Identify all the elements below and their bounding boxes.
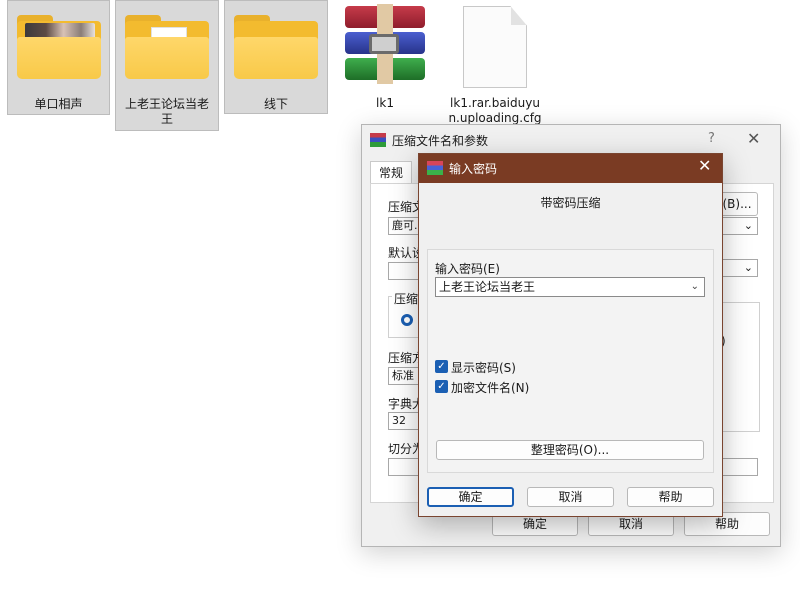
show-password-checkbox[interactable]: ✓ <box>435 360 448 373</box>
desktop-icon-label: 线下 <box>263 97 288 111</box>
winrar-icon <box>427 161 443 175</box>
chevron-down-icon[interactable]: ⌄ <box>691 278 699 296</box>
winrar-icon <box>370 133 386 147</box>
desktop-icon-label: lk1.rar.baiduyun.uploading.cfg <box>448 96 542 124</box>
ok-button[interactable]: 确定 <box>427 487 514 507</box>
desktop-icon-label: 单口相声 <box>34 97 83 111</box>
winrar-archive-icon <box>339 4 431 84</box>
chevron-down-icon: ⌄ <box>743 261 753 274</box>
password-value: 上老王论坛当老王 <box>439 280 536 294</box>
format-rar-radio[interactable] <box>401 314 413 326</box>
desktop-folder-danshou[interactable]: 单口相声 <box>7 0 110 115</box>
folder-icon <box>16 11 101 81</box>
close-icon[interactable]: ✕ <box>698 156 711 175</box>
desktop-archive-lk1[interactable]: lk1 <box>333 0 437 114</box>
password-dialog-heading: 带密码压缩 <box>540 196 601 210</box>
password-input[interactable]: 上老王论坛当老王 ⌄ <box>435 277 705 297</box>
cancel-button[interactable]: 取消 <box>527 487 614 507</box>
archive-format-label: 压缩 <box>392 290 421 307</box>
organize-passwords-button[interactable]: 整理密码(O)... <box>436 440 704 460</box>
tab-general[interactable]: 常规 <box>370 161 412 184</box>
password-label: 输入密码(E) <box>435 262 500 276</box>
folder-icon <box>234 11 318 81</box>
chevron-down-icon: ⌄ <box>743 219 753 232</box>
file-icon <box>463 6 527 88</box>
encrypt-filenames-checkbox[interactable]: ✓ <box>435 380 448 393</box>
password-dialog-title: 输入密码 <box>449 162 498 176</box>
show-password-label: 显示密码(S) <box>451 361 516 375</box>
desktop-icon-label: 上老王论坛当老王 <box>124 97 209 126</box>
archive-dialog-title: 压缩文件名和参数 <box>392 134 489 148</box>
desktop-icon-label: lk1 <box>376 96 394 110</box>
desktop-folder-laowang[interactable]: 上老王论坛当老王 <box>115 0 219 131</box>
encrypt-filenames-label: 加密文件名(N) <box>451 381 530 395</box>
desktop-folder-xianxia[interactable]: 线下 <box>224 0 328 114</box>
desktop-file-cfg[interactable]: lk1.rar.baiduyun.uploading.cfg <box>443 0 547 124</box>
folder-icon <box>125 11 209 81</box>
password-dialog-titlebar: 输入密码 ✕ <box>419 154 722 183</box>
help-button[interactable]: 帮助 <box>627 487 714 507</box>
password-dialog: 输入密码 ✕ 带密码压缩 输入密码(E) 上老王论坛当老王 ⌄ ✓ 显示密码(S… <box>418 153 723 517</box>
help-icon[interactable]: ? <box>708 131 715 146</box>
close-icon[interactable]: ✕ <box>747 129 760 148</box>
archive-dialog-titlebar: 压缩文件名和参数 ? ✕ <box>362 125 780 155</box>
